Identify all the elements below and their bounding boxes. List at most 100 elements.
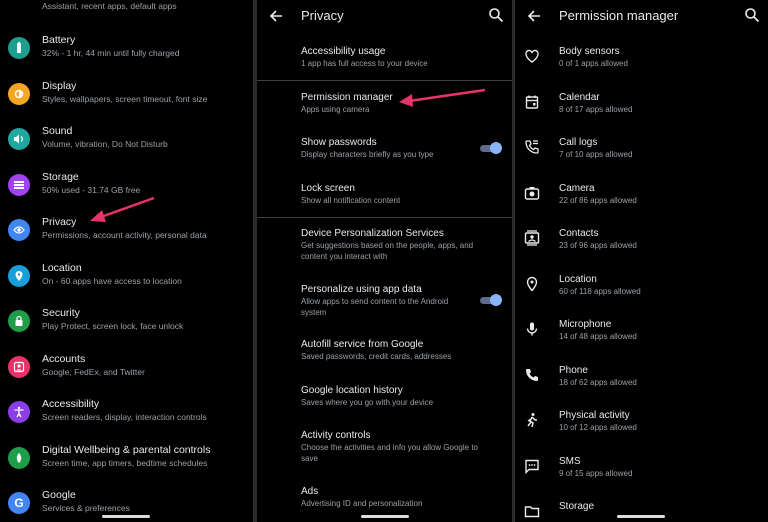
privacy-item-title: Activity controls [301, 430, 371, 441]
settings-item-title: Accounts [42, 353, 86, 365]
privacy-item-sub: Advertising ID and personalization [301, 499, 423, 508]
privacy-item-lock-screen[interactable]: Lock screen Show all notification conten… [257, 183, 512, 213]
permission-item-phone[interactable]: Phone 18 of 62 apps allowed [515, 365, 768, 409]
heart-icon [525, 49, 539, 63]
privacy-item-sub: 1 app has full access to your device [301, 59, 428, 68]
privacy-item-personalize-app-data[interactable]: Personalize using app data Allow apps to… [257, 284, 512, 324]
permission-item-sub: 22 of 86 apps allowed [559, 196, 637, 205]
back-arrow-icon[interactable] [525, 7, 543, 25]
permission-item-title: Storage [559, 501, 595, 512]
lock-icon [8, 310, 30, 332]
permission-item-body-sensors[interactable]: Body sensors 0 of 1 apps allowed [515, 46, 768, 90]
permission-item-camera[interactable]: Camera 22 of 86 apps allowed [515, 183, 768, 227]
calendar-icon [525, 95, 539, 109]
permission-item-sub: 18 of 62 apps allowed [559, 378, 637, 387]
brightness-icon [8, 83, 30, 105]
privacy-item-title: Lock screen [301, 183, 355, 194]
privacy-item-title: Autofill service from Google [301, 339, 424, 350]
permission-item-call-logs[interactable]: Call logs 7 of 10 apps allowed [515, 137, 768, 181]
privacy-item-sub: Allow apps to send content to the Androi… [301, 297, 449, 317]
settings-item-sub: Screen time, app timers, bedtime schedul… [42, 458, 208, 468]
privacy-item-title: Device Personalization Services [301, 228, 444, 239]
privacy-item-show-passwords[interactable]: Show passwords Display characters briefl… [257, 137, 512, 167]
settings-item-sub: Google, FedEx, and Twitter [42, 367, 145, 377]
permission-item-title: Location [559, 274, 597, 285]
settings-item-security[interactable]: Security Play Protect, screen lock, face… [0, 303, 253, 347]
privacy-item-accessibility-usage[interactable]: Accessibility usage 1 app has full acces… [257, 46, 512, 76]
settings-item-accounts[interactable]: Accounts Google, FedEx, and Twitter [0, 349, 253, 393]
storage-icon [8, 174, 30, 196]
settings-item-sub: 32% - 1 hr, 44 min until fully charged [42, 48, 180, 58]
permission-manager-header: Permission manager [515, 0, 768, 34]
permission-item-title: Phone [559, 365, 588, 376]
privacy-item-location-history[interactable]: Google location history Saves where you … [257, 385, 512, 415]
settings-item-sub: Styles, wallpapers, screen timeout, font… [42, 94, 208, 104]
location-pin-icon [526, 276, 538, 292]
permission-item-sub: 10 of 12 apps allowed [559, 423, 637, 432]
permission-item-sub: 7 of 10 apps allowed [559, 150, 633, 159]
privacy-item-activity-controls[interactable]: Activity controls Choose the activities … [257, 430, 512, 470]
search-icon[interactable] [488, 7, 504, 23]
settings-item-sub: 50% used - 31.74 GB free [42, 185, 141, 195]
section-divider [257, 217, 512, 218]
settings-item-accessibility[interactable]: Accessibility Screen readers, display, i… [0, 394, 253, 438]
page-title: Privacy [301, 8, 344, 23]
show-passwords-toggle[interactable] [480, 142, 502, 154]
wellbeing-icon [8, 447, 30, 469]
settings-item-display[interactable]: Display Styles, wallpapers, screen timeo… [0, 76, 253, 120]
settings-item-digital-wellbeing[interactable]: Digital Wellbeing & parental controls Sc… [0, 440, 253, 484]
settings-panel: Assistant, recent apps, default apps Bat… [0, 0, 253, 522]
permission-item-microphone[interactable]: Microphone 14 of 48 apps allowed [515, 319, 768, 363]
nav-gesture-bar[interactable] [617, 515, 665, 518]
privacy-item-title: Ads [301, 486, 319, 497]
settings-item-title: Storage [42, 171, 79, 183]
permission-item-sub: 8 of 17 apps allowed [559, 105, 633, 114]
settings-item-title: Accessibility [42, 398, 100, 410]
settings-item-battery[interactable]: Battery 32% - 1 hr, 44 min until fully c… [0, 30, 253, 74]
settings-item-sound[interactable]: Sound Volume, vibration, Do Not Disturb [0, 121, 253, 165]
settings-item-title: Google [42, 489, 76, 501]
section-divider [257, 80, 512, 81]
privacy-item-ads[interactable]: Ads Advertising ID and personalization [257, 486, 512, 516]
settings-item-title: Display [42, 80, 77, 92]
volume-icon [8, 128, 30, 150]
personalize-app-data-toggle[interactable] [480, 294, 502, 306]
privacy-item-title: Google location history [301, 385, 403, 396]
permission-item-title: Physical activity [559, 410, 630, 421]
permission-item-physical-activity[interactable]: Physical activity 10 of 12 apps allowed [515, 410, 768, 454]
permission-item-title: Contacts [559, 228, 599, 239]
settings-item-title: Security [42, 307, 80, 319]
settings-item-sub: Services & preferences [42, 503, 130, 513]
nav-gesture-bar[interactable] [102, 515, 150, 518]
privacy-item-title: Show passwords [301, 137, 377, 148]
permission-item-sub: 14 of 48 apps allowed [559, 332, 637, 341]
settings-item-title: Privacy [42, 216, 77, 228]
privacy-item-sub: Display characters briefly as you type [301, 150, 434, 159]
privacy-item-sub: Choose the activities and info you allow… [301, 443, 478, 463]
privacy-item-title: Accessibility usage [301, 46, 386, 57]
privacy-panel: Privacy Accessibility usage 1 app has fu… [257, 0, 512, 522]
nav-gesture-bar[interactable] [361, 515, 409, 518]
privacy-item-autofill[interactable]: Autofill service from Google Saved passw… [257, 339, 512, 369]
settings-item-title: Location [42, 262, 82, 274]
walking-icon [527, 413, 537, 428]
back-arrow-icon[interactable] [267, 7, 285, 25]
permission-item-sms[interactable]: SMS 9 of 15 apps allowed [515, 456, 768, 500]
permission-item-contacts[interactable]: Contacts 23 of 96 apps allowed [515, 228, 768, 272]
privacy-item-sub: Saved passwords, credit cards, addresses [301, 352, 452, 361]
permission-item-calendar[interactable]: Calendar 8 of 17 apps allowed [515, 92, 768, 136]
battery-icon [8, 37, 30, 59]
call-log-icon [525, 140, 539, 154]
camera-icon [524, 187, 540, 200]
settings-item-title: Battery [42, 34, 76, 46]
privacy-item-device-personalization[interactable]: Device Personalization Services Get sugg… [257, 228, 512, 268]
settings-item-sub: Screen readers, display, interaction con… [42, 412, 207, 422]
privacy-item-sub: Get suggestions based on the people, app… [301, 241, 474, 261]
settings-item-location[interactable]: Location On - 60 apps have access to loc… [0, 258, 253, 302]
permission-item-title: SMS [559, 456, 581, 467]
permission-item-location[interactable]: Location 60 of 118 apps allowed [515, 274, 768, 318]
privacy-eye-icon [8, 219, 30, 241]
permission-item-storage[interactable]: Storage [515, 501, 768, 522]
search-icon[interactable] [744, 7, 760, 23]
microphone-icon [526, 322, 538, 336]
